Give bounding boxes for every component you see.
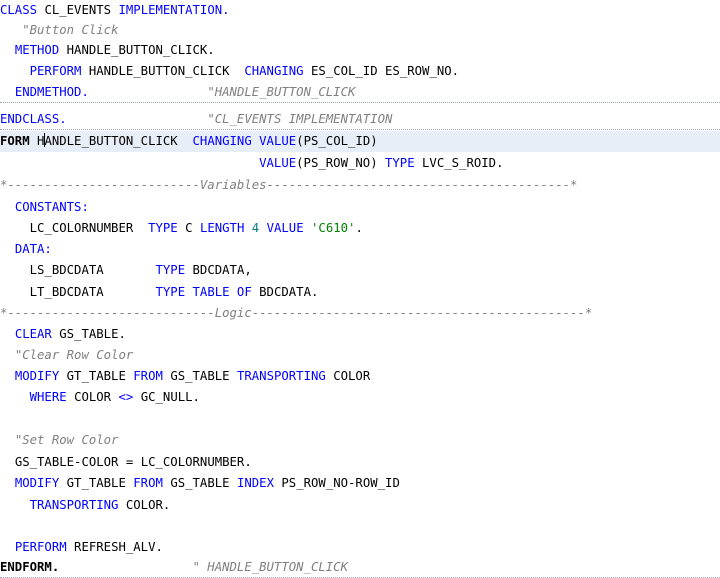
keyword-index: INDEX (236, 476, 274, 490)
code-line-7[interactable]: FORM HANDLE_BUTTON_CLICK CHANGING VALUE(… (0, 131, 720, 152)
keyword-where: WHERE (29, 390, 67, 404)
keyword-value: VALUE (259, 156, 297, 170)
constant-name: LC_COLORNUMBER (29, 221, 134, 235)
table-name: GT_TABLE (66, 369, 126, 383)
constant-name: GC_NULL. (140, 390, 200, 404)
code-line-25[interactable] (0, 516, 720, 537)
keyword-type: TYPE (148, 221, 178, 235)
comment: "HANDLE_BUTTON_CLICK (207, 85, 356, 99)
form-name-rest: ANDLE_BUTTON_CLICK (44, 134, 178, 148)
code-line-4[interactable]: PERFORM HANDLE_BUTTON_CLICK CHANGING ES_… (0, 61, 720, 82)
operator: <> (118, 390, 134, 404)
length-number: 4 (251, 221, 260, 235)
code-line-14[interactable]: LT_BDCDATA TYPE TABLE OF BDCDATA. (0, 282, 720, 303)
keyword-endclass: ENDCLASS. (0, 112, 67, 126)
code-line-23[interactable]: MODIFY GT_TABLE FROM GS_TABLE INDEX PS_R… (0, 473, 720, 494)
form-name: REFRESH_ALV. (74, 540, 163, 554)
comment: " HANDLE_BUTTON_CLICK (192, 560, 348, 574)
keyword-type-table-of: TYPE TABLE OF (155, 285, 252, 299)
string-literal: 'C610' (311, 221, 356, 235)
comment: "Button Click (22, 23, 119, 37)
variable-name: LS_BDCDATA (29, 263, 104, 277)
code-line-22[interactable]: GS_TABLE-COLOR = LC_COLORNUMBER. (0, 452, 720, 473)
keyword-value: VALUE (266, 221, 304, 235)
code-line-9[interactable]: *--------------------------Variables----… (0, 175, 720, 196)
table-name: GT_TABLE (66, 476, 126, 490)
code-line-27[interactable]: ENDFORM. " HANDLE_BUTTON_CLICK (0, 557, 720, 578)
period: . (355, 221, 363, 235)
code-line-16[interactable]: CLEAR GS_TABLE. (0, 324, 720, 345)
code-line-13[interactable]: LS_BDCDATA TYPE BDCDATA, (0, 260, 720, 281)
code-line-1[interactable]: CLASS CL_EVENTS IMPLEMENTATION. (0, 0, 720, 21)
keyword-perform: PERFORM (14, 540, 67, 554)
code-line-15[interactable]: *----------------------------Logic------… (0, 303, 720, 324)
rhs-constant: LC_COLORNUMBER. (140, 455, 252, 469)
variable-name: LT_BDCDATA (29, 285, 104, 299)
class-name: CL_EVENTS (44, 3, 112, 17)
keyword-length: LENGTH (199, 221, 245, 235)
code-line-26[interactable]: PERFORM REFRESH_ALV. (0, 537, 720, 558)
type-name: BDCDATA. (259, 285, 319, 299)
param-row-no: (PS_ROW_NO) (296, 156, 378, 170)
comment: "Clear Row Color (14, 348, 134, 362)
field-name: COLOR (333, 369, 371, 383)
keyword-type: TYPE (155, 263, 186, 277)
keyword-clear: CLEAR (14, 327, 52, 341)
keyword-from: FROM (133, 476, 163, 490)
type-name: BDCDATA, (192, 263, 252, 277)
field-name: COLOR (74, 390, 112, 404)
workarea-name: GS_TABLE (170, 369, 230, 383)
code-line-12[interactable]: DATA: (0, 239, 720, 260)
keyword-modify: MODIFY (14, 369, 60, 383)
keyword-endmethod: ENDMETHOD. (14, 85, 89, 99)
param-col-id: (PS_COL_ID) (296, 134, 378, 148)
field-name: COLOR. (125, 498, 171, 512)
abap-code-editor[interactable]: CLASS CL_EVENTS IMPLEMENTATION. "Button … (0, 0, 720, 578)
code-line-8[interactable]: VALUE(PS_ROW_NO) TYPE LVC_S_ROID. (0, 153, 720, 174)
keyword-changing: CHANGING (192, 134, 252, 148)
keyword-implementation: IMPLEMENTATION. (118, 3, 230, 17)
keyword-data: DATA: (14, 242, 52, 256)
code-line-17[interactable]: "Clear Row Color (0, 345, 720, 366)
keyword-endform: ENDFORM. (0, 560, 60, 574)
keyword-method: METHOD (14, 43, 60, 57)
comment: "Set Row Color (14, 433, 119, 447)
code-line-3[interactable]: METHOD HANDLE_BUTTON_CLICK. (0, 40, 720, 61)
keyword-transporting: TRANSPORTING (236, 369, 326, 383)
code-line-20[interactable] (0, 409, 720, 430)
keyword-from: FROM (133, 369, 163, 383)
index-field: PS_ROW_NO-ROW_ID (281, 476, 400, 490)
method-name: HANDLE_BUTTON_CLICK. (66, 43, 215, 57)
keyword-class: CLASS (0, 3, 38, 17)
code-line-24[interactable]: TRANSPORTING COLOR. (0, 495, 720, 516)
code-line-5[interactable]: ENDMETHOD. "HANDLE_BUTTON_CLICK (0, 82, 720, 103)
keyword-modify: MODIFY (14, 476, 60, 490)
code-line-6[interactable]: ENDCLASS. "CL_EVENTS IMPLEMENTATION (0, 109, 720, 130)
keyword-type: TYPE (385, 156, 415, 170)
code-line-19[interactable]: WHERE COLOR <> GC_NULL. (0, 387, 720, 408)
lhs-field: GS_TABLE-COLOR (14, 455, 119, 469)
variable-name: GS_TABLE. (59, 327, 126, 341)
code-line-10[interactable]: CONSTANTS: (0, 197, 720, 218)
code-line-18[interactable]: MODIFY GT_TABLE FROM GS_TABLE TRANSPORTI… (0, 366, 720, 387)
keyword-value: VALUE (259, 134, 297, 148)
type-c: C (185, 221, 193, 235)
section-comment-logic: *----------------------------Logic------… (0, 306, 593, 320)
operator: = (125, 455, 134, 469)
type-name: LVC_S_ROID. (422, 156, 504, 170)
keyword-form: FORM (0, 134, 30, 148)
keyword-changing: CHANGING (244, 64, 304, 78)
keyword-transporting: TRANSPORTING (29, 498, 119, 512)
code-line-21[interactable]: "Set Row Color (0, 430, 720, 451)
section-comment-variables: *--------------------------Variables----… (0, 178, 578, 192)
workarea-name: GS_TABLE (170, 476, 230, 490)
code-line-11[interactable]: LC_COLORNUMBER TYPE C LENGTH 4 VALUE 'C6… (0, 218, 720, 239)
form-name: HANDLE_BUTTON_CLICK (88, 64, 230, 78)
comment: "CL_EVENTS IMPLEMENTATION (207, 112, 393, 126)
keyword-constants: CONSTANTS: (14, 200, 89, 214)
perform-args: ES_COL_ID ES_ROW_NO. (310, 64, 460, 78)
code-line-2[interactable]: "Button Click (0, 20, 720, 41)
keyword-perform: PERFORM (29, 64, 82, 78)
